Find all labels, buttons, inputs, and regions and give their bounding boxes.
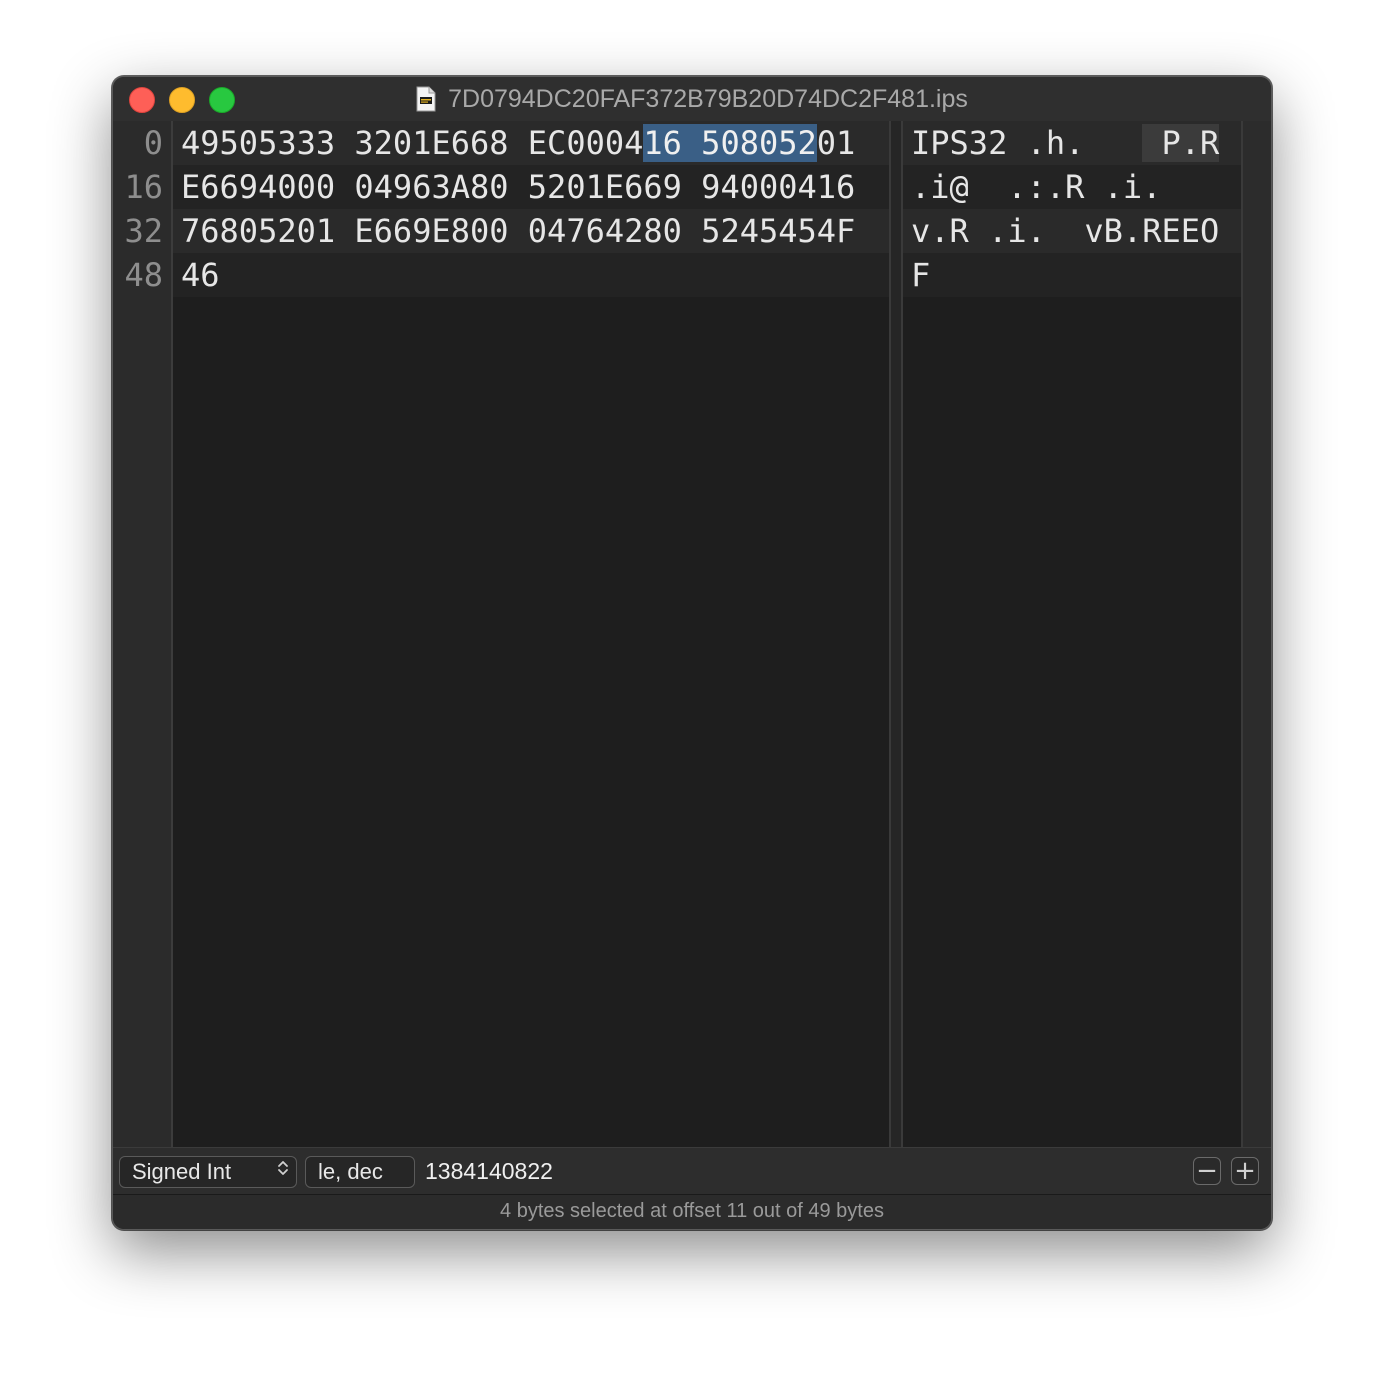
inspector-value[interactable]: 1384140822 xyxy=(425,1156,553,1186)
ascii-row[interactable]: v.R .i. vB.REEO xyxy=(903,209,1241,253)
updown-chevron-icon xyxy=(276,1157,290,1187)
offset-gutter: 0 16 32 48 xyxy=(113,121,173,1147)
hex-row[interactable]: 46 xyxy=(173,253,889,297)
type-select[interactable]: Signed Int xyxy=(119,1156,297,1188)
ascii-text[interactable]: IPS32 .h. xyxy=(911,124,1142,162)
hex-editor-window: 7D0794DC20FAF372B79B20D74DC2F481.ips 0 1… xyxy=(112,76,1272,1230)
hex-row[interactable]: E6694000 04963A80 5201E669 94000416 xyxy=(173,165,889,209)
ascii-pane[interactable]: IPS32 .h. P.R .i@ .:.R .i. v.R .i. vB.RE… xyxy=(903,121,1241,1147)
hex-bytes[interactable]: 01 xyxy=(817,124,856,162)
offset-label: 32 xyxy=(124,212,163,250)
offset-label: 48 xyxy=(124,256,163,294)
status-bar: 4 bytes selected at offset 11 out of 49 … xyxy=(113,1195,1271,1229)
add-inspector-button[interactable]: + xyxy=(1231,1157,1259,1185)
minus-icon: − xyxy=(1196,1156,1218,1186)
remove-inspector-button[interactable]: − xyxy=(1193,1157,1221,1185)
window-title-area: 7D0794DC20FAF372B79B20D74DC2F481.ips xyxy=(113,77,1271,121)
ascii-selection[interactable]: P.R xyxy=(1142,124,1220,162)
title-bar[interactable]: 7D0794DC20FAF372B79B20D74DC2F481.ips xyxy=(113,77,1271,121)
type-select-label: Signed Int xyxy=(132,1159,232,1184)
plus-icon: + xyxy=(1234,1156,1256,1186)
offset-label: 16 xyxy=(124,168,163,206)
ascii-row[interactable]: IPS32 .h. P.R xyxy=(903,121,1241,165)
window-title: 7D0794DC20FAF372B79B20D74DC2F481.ips xyxy=(448,84,968,113)
format-select-label: le, dec xyxy=(318,1159,383,1184)
hex-pane[interactable]: 49505333 3201E668 EC000416 50805201 E669… xyxy=(173,121,889,1147)
document-icon xyxy=(416,86,436,112)
ascii-text[interactable]: F xyxy=(911,256,930,294)
hex-row[interactable]: 76805201 E669E800 04764280 5245454F xyxy=(173,209,889,253)
vertical-scrollbar[interactable] xyxy=(1241,121,1271,1147)
ascii-text[interactable]: .i@ .:.R .i. xyxy=(911,168,1161,206)
offset-label: 0 xyxy=(143,124,163,162)
editor-content: 0 16 32 48 49505333 3201E668 EC000416 50… xyxy=(113,121,1271,1147)
hex-bytes[interactable]: 76805201 E669E800 04764280 5245454F xyxy=(181,212,855,250)
pane-divider[interactable] xyxy=(889,121,903,1147)
hex-bytes[interactable]: E6694000 04963A80 5201E669 94000416 xyxy=(181,168,855,206)
hex-bytes[interactable]: 49505333 3201E668 EC0004 xyxy=(181,124,643,162)
hex-bytes[interactable]: 46 xyxy=(181,256,220,294)
ascii-text[interactable]: v.R .i. vB.REEO xyxy=(911,212,1219,250)
selection-status-text: 4 bytes selected at offset 11 out of 49 … xyxy=(500,1200,884,1222)
data-inspector-bar: Signed Int le, dec 1384140822 − + xyxy=(113,1147,1271,1195)
hex-row[interactable]: 49505333 3201E668 EC000416 50805201 xyxy=(173,121,889,165)
format-select[interactable]: le, dec xyxy=(305,1156,415,1188)
ascii-row[interactable]: .i@ .:.R .i. xyxy=(903,165,1241,209)
hex-selection[interactable]: 16 508052 xyxy=(643,124,817,162)
ascii-row[interactable]: F xyxy=(903,253,1241,297)
